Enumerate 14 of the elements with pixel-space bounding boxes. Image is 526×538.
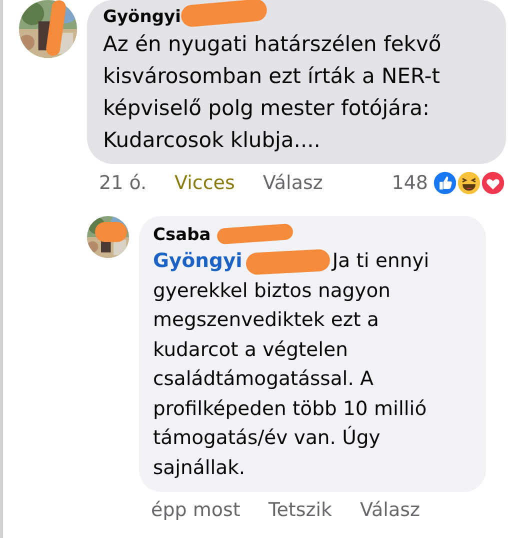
action-link[interactable]: Válasz <box>262 171 323 195</box>
author-name: Gyöngyi <box>103 6 261 28</box>
mention-link[interactable]: Gyöngyi <box>153 249 332 272</box>
action-link[interactable]: Tetszik <box>268 498 332 522</box>
reaction-count: 148 <box>392 171 428 195</box>
action-link[interactable]: Válasz <box>360 498 420 522</box>
comment-text: Gyöngyi Ja ti ennyi gyerekkel biztos nagyon megszenvediktek ezt a kudarcot a végtelen családtámogatással. A profilképeden több 10 millió támogatás/év van. Úgy sajnállak. <box>153 248 430 480</box>
timestamp: épp most <box>151 498 240 522</box>
like-icon <box>432 170 458 196</box>
laughing-face-icon <box>456 170 482 196</box>
author-name: Csaba <box>153 224 291 246</box>
comment-text: Az én nyugati határszélen fekvő kisvárosomban ezt írták a NER-t képviselő polg mester fotójára: Kudarcosok klubja.... <box>103 31 442 154</box>
action-link[interactable]: Vicces <box>174 171 235 195</box>
timestamp: 21 ó. <box>99 171 147 195</box>
